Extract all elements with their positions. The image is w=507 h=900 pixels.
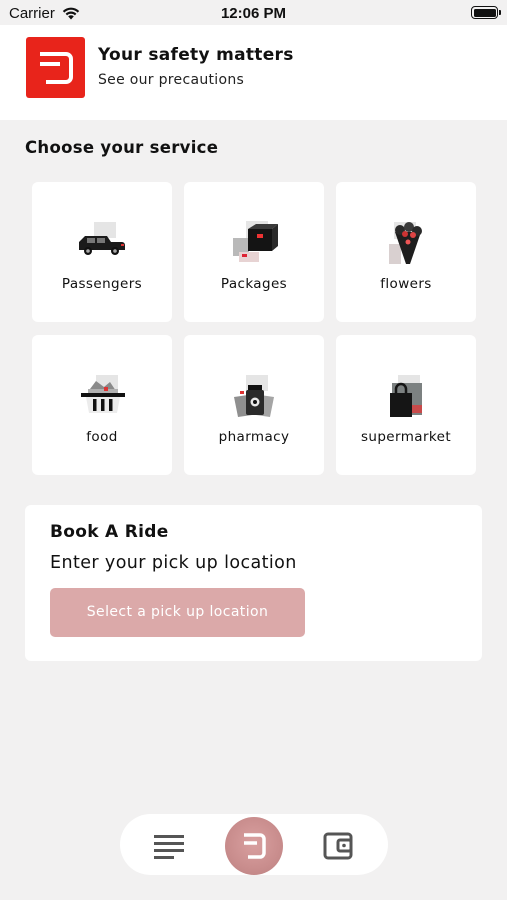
supermarket-bag-icon xyxy=(390,375,422,417)
service-card-food[interactable]: food xyxy=(32,335,172,475)
status-bar: Carrier 12:06 PM xyxy=(0,0,507,25)
banner-title: Your safety matters xyxy=(98,45,294,65)
services-heading: Choose your service xyxy=(25,138,219,157)
service-label: Passengers xyxy=(61,276,143,292)
service-label: flowers xyxy=(380,276,432,292)
wallet-icon[interactable] xyxy=(323,830,355,860)
food-basket-icon xyxy=(81,375,125,413)
service-label: Packages xyxy=(220,276,288,292)
car-icon xyxy=(79,222,125,255)
service-card-passengers[interactable]: Passengers xyxy=(32,182,172,322)
ride-subtitle: Enter your pick up location xyxy=(50,553,297,573)
service-label: pharmacy xyxy=(218,429,290,445)
list-icon[interactable] xyxy=(153,831,185,859)
home-logo-icon[interactable] xyxy=(225,817,283,875)
service-card-pharmacy[interactable]: pharmacy xyxy=(184,335,324,475)
banner-subtitle[interactable]: See our precautions xyxy=(98,72,244,88)
brand-logo-icon xyxy=(26,37,85,98)
service-card-supermarket[interactable]: supermarket xyxy=(336,335,476,475)
safety-banner[interactable]: Your safety matters See our precautions xyxy=(0,25,507,120)
ride-title: Book A Ride xyxy=(50,522,169,542)
service-label: food xyxy=(86,429,118,445)
service-card-packages[interactable]: Packages xyxy=(184,182,324,322)
package-icon xyxy=(233,221,278,262)
service-label: supermarket xyxy=(360,429,452,445)
status-time: 12:06 PM xyxy=(220,5,287,22)
battery-icon xyxy=(471,6,501,19)
bottom-nav xyxy=(120,814,388,875)
service-card-flowers[interactable]: flowers xyxy=(336,182,476,322)
flowers-icon xyxy=(389,222,422,264)
select-pickup-button[interactable]: Select a pick up location xyxy=(50,588,305,637)
pharmacy-icon xyxy=(234,375,274,417)
book-ride-card: Book A Ride Enter your pick up location … xyxy=(25,505,482,661)
